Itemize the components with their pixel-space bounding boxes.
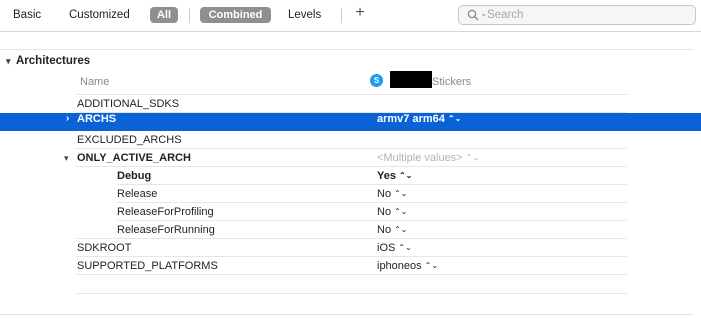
stepper-icon[interactable]: ⌃⌄	[466, 153, 479, 162]
setting-value[interactable]: iOS ⌃⌄	[377, 239, 412, 257]
tab-customized[interactable]: Customized	[69, 7, 130, 23]
app-extension-icon: S	[370, 74, 383, 87]
section-title: Architectures	[16, 55, 91, 67]
toolbar-divider-line	[0, 31, 701, 32]
setting-row-only-active-arch[interactable]: ▾ ONLY_ACTIVE_ARCH <Multiple values> ⌃⌄	[64, 149, 627, 167]
setting-name: Release	[117, 188, 158, 200]
setting-value[interactable]: No ⌃⌄	[377, 221, 407, 239]
setting-row-archs[interactable]: › ARCHS armv7 arm64 ⌃⌄	[0, 113, 701, 131]
setting-name: ReleaseForRunning	[117, 224, 215, 236]
setting-name: SDKROOT	[77, 242, 132, 254]
section-end-divider	[76, 293, 627, 294]
stepper-icon[interactable]: ⌃⌄	[394, 207, 407, 216]
stepper-icon[interactable]: ⌃⌄	[448, 114, 461, 123]
setting-name: Debug	[117, 170, 152, 182]
setting-row-debug[interactable]: Debug Yes ⌃⌄	[76, 167, 627, 185]
setting-name: ONLY_ACTIVE_ARCH	[77, 152, 191, 164]
setting-row-excluded-archs[interactable]: EXCLUDED_ARCHS	[76, 131, 627, 149]
stepper-icon[interactable]: ⌃⌄	[398, 243, 411, 252]
chevron-right-icon[interactable]: ›	[66, 113, 69, 124]
setting-value[interactable]: No ⌃⌄	[377, 203, 407, 221]
toolbar-divider	[189, 8, 190, 23]
setting-name: ReleaseForProfiling	[117, 206, 214, 218]
column-header-name: Name	[80, 76, 110, 88]
redacted-target-name	[390, 71, 432, 88]
setting-row-additional-sdks[interactable]: ADDITIONAL_SDKS	[76, 95, 627, 113]
search-input[interactable]	[487, 7, 687, 23]
stepper-icon[interactable]: ⌃⌄	[394, 225, 407, 234]
bottom-divider	[0, 314, 693, 315]
setting-value[interactable]: No ⌃⌄	[377, 185, 407, 203]
tab-basic[interactable]: Basic	[13, 7, 41, 23]
stepper-icon[interactable]: ⌃⌄	[399, 171, 412, 180]
add-setting-button[interactable]: +	[353, 4, 367, 22]
tab-combined[interactable]: Combined	[200, 7, 271, 23]
setting-row-release-for-running[interactable]: ReleaseForRunning No ⌃⌄	[76, 221, 627, 239]
setting-row-sdkroot[interactable]: SDKROOT iOS ⌃⌄	[76, 239, 627, 257]
setting-name: ARCHS	[77, 113, 117, 125]
tab-all[interactable]: All	[150, 7, 178, 23]
build-settings-toolbar: Basic Customized All Combined Levels + ⌄	[0, 0, 701, 31]
toolbar-divider	[341, 8, 342, 23]
setting-row-supported-platforms[interactable]: SUPPORTED_PLATFORMS iphoneos ⌃⌄	[76, 257, 627, 275]
chevron-down-icon[interactable]: ▾	[6, 56, 16, 67]
column-header-target: Stickers	[432, 76, 472, 88]
section-divider	[0, 49, 693, 50]
chevron-down-icon[interactable]: ▾	[64, 149, 69, 167]
search-field[interactable]: ⌄	[458, 5, 696, 25]
tab-levels[interactable]: Levels	[288, 7, 321, 23]
setting-row-release-for-profiling[interactable]: ReleaseForProfiling No ⌃⌄	[76, 203, 627, 221]
setting-value[interactable]: armv7 arm64 ⌃⌄	[377, 113, 461, 125]
setting-value[interactable]: <Multiple values> ⌃⌄	[377, 149, 479, 167]
setting-name: ADDITIONAL_SDKS	[77, 98, 180, 110]
setting-name: EXCLUDED_ARCHS	[77, 134, 182, 146]
setting-name: SUPPORTED_PLATFORMS	[77, 260, 218, 272]
setting-value[interactable]: Yes ⌃⌄	[377, 167, 412, 185]
section-architectures[interactable]: ▾ Architectures	[6, 55, 90, 67]
setting-row-release[interactable]: Release No ⌃⌄	[76, 185, 627, 203]
setting-value[interactable]: iphoneos ⌃⌄	[377, 257, 438, 275]
stepper-icon[interactable]: ⌃⌄	[425, 261, 438, 270]
search-icon	[467, 9, 479, 21]
stepper-icon[interactable]: ⌃⌄	[394, 189, 407, 198]
